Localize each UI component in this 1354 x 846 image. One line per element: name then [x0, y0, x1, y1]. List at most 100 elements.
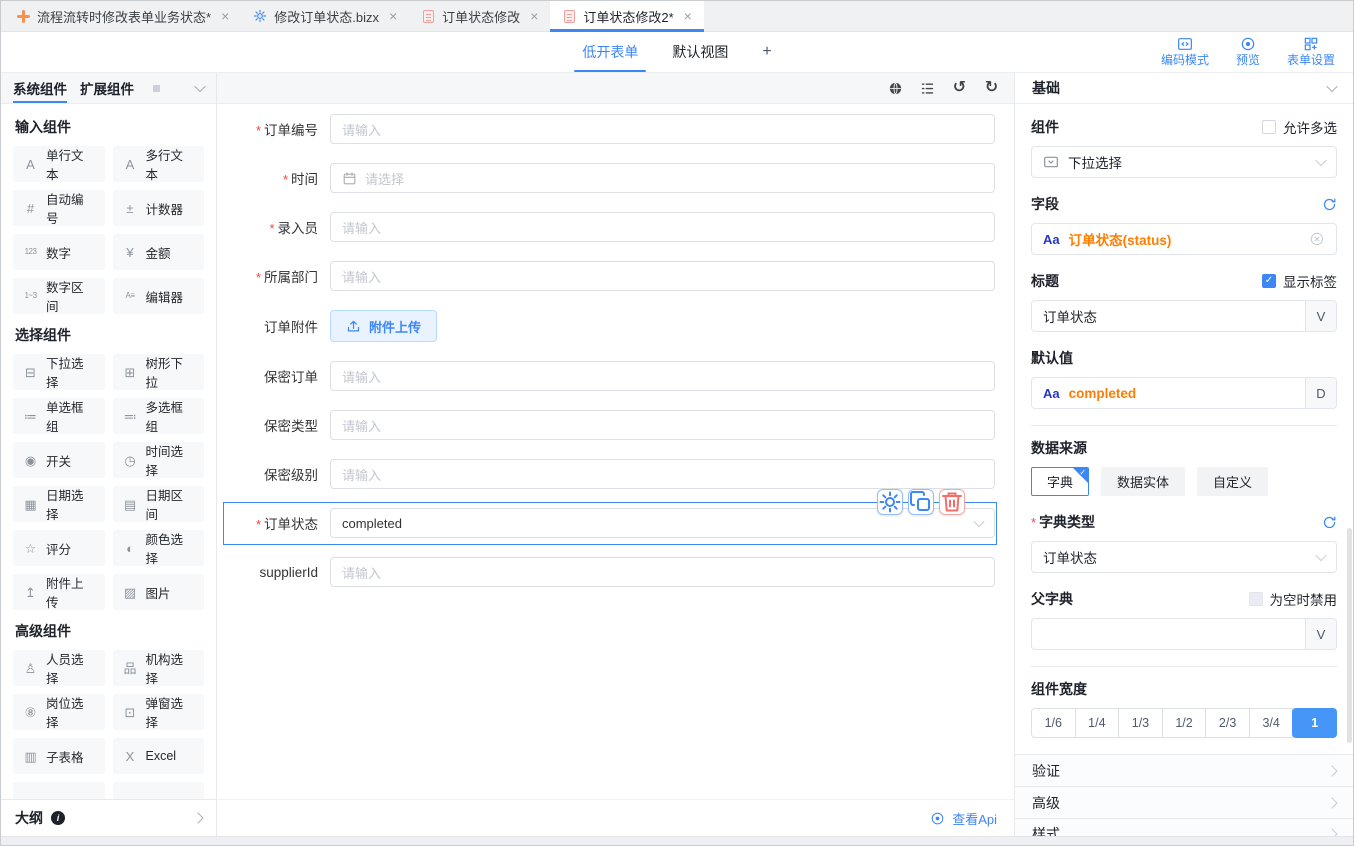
window-tab[interactable]: 修改订单状态.bizx×: [241, 1, 409, 31]
parent-dict-input[interactable]: [1032, 619, 1305, 649]
datasource-option[interactable]: 字典: [1031, 467, 1089, 496]
component-type-select[interactable]: 下拉选择: [1031, 146, 1337, 178]
text-input[interactable]: 请输入: [330, 557, 995, 587]
palette-item[interactable]: ◷时间选择: [113, 442, 205, 478]
form-field-row[interactable]: *录入员请输入: [224, 212, 995, 242]
show-label-checkbox[interactable]: 显示标签: [1262, 271, 1337, 291]
form-field-row[interactable]: 订单附件附件上传: [224, 310, 995, 342]
palette-item[interactable]: 123数字: [13, 234, 105, 270]
disable-when-empty-checkbox[interactable]: 为空时禁用: [1249, 589, 1338, 609]
form-field-row[interactable]: *订单状态completed: [224, 508, 995, 538]
width-option[interactable]: 1: [1292, 708, 1337, 738]
default-value-input[interactable]: Aa completed: [1032, 378, 1305, 408]
width-option[interactable]: 1/6: [1031, 708, 1076, 738]
palette-item[interactable]: ⊡弹窗选择: [113, 694, 205, 730]
undo-icon[interactable]: ↺: [951, 80, 968, 97]
dict-type-select[interactable]: 订单状态: [1031, 541, 1337, 573]
palette-item[interactable]: ¥金额: [113, 234, 205, 270]
palette-item[interactable]: ◉开关: [13, 442, 105, 478]
text-input[interactable]: 请输入: [330, 212, 995, 242]
panel-section-collapsed[interactable]: 验证: [1015, 754, 1353, 786]
form-field-row[interactable]: *所属部门请输入: [224, 261, 995, 291]
palette-item[interactable]: A单行文本: [13, 146, 105, 182]
palette-item[interactable]: ±计数器: [113, 190, 205, 226]
default-value-mode-button[interactable]: D: [1305, 378, 1336, 408]
circle-x-icon[interactable]: [1309, 231, 1325, 247]
width-option[interactable]: 1/2: [1162, 708, 1207, 738]
text-input[interactable]: 请输入: [330, 361, 995, 391]
text-input[interactable]: 请输入: [330, 114, 995, 144]
form-field-row[interactable]: 保密类型请输入: [224, 410, 995, 440]
header-action[interactable]: 编码模式: [1161, 36, 1209, 67]
datasource-option[interactable]: 自定义: [1197, 467, 1268, 496]
window-tab[interactable]: 流程流转时修改表单业务状态*×: [4, 1, 241, 31]
palette-item[interactable]: ≔单选框组: [13, 398, 105, 434]
palette-item[interactable]: ≕多选框组: [113, 398, 205, 434]
close-icon[interactable]: ×: [389, 9, 397, 23]
palette-item[interactable]: A≡编辑器: [113, 278, 205, 314]
width-option[interactable]: 2/3: [1205, 708, 1250, 738]
outline-footer[interactable]: 大纲 i: [1, 799, 216, 836]
palette-item[interactable]: A多行文本: [113, 146, 205, 182]
text-input[interactable]: 请输入: [330, 410, 995, 440]
refresh-icon[interactable]: [1322, 515, 1337, 530]
text-input[interactable]: 请输入: [330, 261, 995, 291]
palette-item[interactable]: ♙人员选择: [13, 650, 105, 686]
close-icon[interactable]: ×: [221, 9, 229, 23]
redo-icon[interactable]: ↻: [983, 80, 1000, 97]
width-option[interactable]: 1/3: [1118, 708, 1163, 738]
palette-item[interactable]: ⑧岗位选择: [13, 694, 105, 730]
palette-item[interactable]: ▦日期选择: [13, 486, 105, 522]
view-api-link[interactable]: 查看Api: [217, 799, 1014, 836]
panel-section-collapsed[interactable]: 样式: [1015, 818, 1353, 836]
palette-item[interactable]: XExcel: [113, 738, 205, 774]
close-icon[interactable]: ×: [684, 9, 692, 23]
palette-item[interactable]: ↥附件上传: [13, 574, 105, 610]
form-field-row[interactable]: *订单编号请输入: [224, 114, 995, 144]
add-view-tab[interactable]: +: [760, 32, 773, 72]
date-input[interactable]: 请选择: [330, 163, 995, 193]
palette-item[interactable]: 品机构选择: [113, 650, 205, 686]
chevron-down-icon[interactable]: [194, 81, 205, 92]
palette-item[interactable]: ◐颜色选择: [113, 530, 205, 566]
palette-item[interactable]: ⊟下拉选择: [13, 354, 105, 390]
close-icon[interactable]: ×: [530, 9, 538, 23]
view-tab[interactable]: 低开表单: [580, 32, 640, 72]
form-field-row[interactable]: *时间请选择: [224, 163, 995, 193]
outline-icon[interactable]: [919, 80, 936, 97]
header-action[interactable]: 预览: [1236, 36, 1260, 67]
palette-item[interactable]: 1~3数字区间: [13, 278, 105, 314]
allow-multi-checkbox[interactable]: 允许多选: [1262, 117, 1337, 137]
width-option[interactable]: 3/4: [1249, 708, 1294, 738]
header-action[interactable]: 表单设置: [1287, 36, 1335, 67]
datasource-option[interactable]: 数据实体: [1101, 467, 1185, 496]
title-input[interactable]: 订单状态: [1032, 301, 1305, 331]
window-tab[interactable]: 订单状态修改×: [409, 1, 550, 31]
view-tab[interactable]: 默认视图: [670, 32, 730, 72]
palette-item-clipped[interactable]: [113, 782, 205, 799]
text-input[interactable]: 请输入: [330, 459, 995, 489]
field-settings-button[interactable]: [877, 489, 903, 515]
field-binding-box[interactable]: Aa 订单状态(status): [1031, 223, 1337, 255]
scrollbar[interactable]: [1347, 528, 1352, 743]
attachment-upload-button[interactable]: 附件上传: [330, 310, 437, 342]
form-field-row[interactable]: 保密级别请输入: [224, 459, 995, 489]
panel-section-basic[interactable]: 基础: [1015, 73, 1353, 104]
width-option[interactable]: 1/4: [1075, 708, 1120, 738]
palette-item[interactable]: ▤日期区间: [113, 486, 205, 522]
palette-item-clipped[interactable]: [13, 782, 105, 799]
parent-dict-variable-button[interactable]: V: [1305, 619, 1336, 649]
palette-item[interactable]: #自动编号: [13, 190, 105, 226]
form-field-row[interactable]: 保密订单请输入: [224, 361, 995, 391]
panel-section-collapsed[interactable]: 高级: [1015, 786, 1353, 818]
title-variable-button[interactable]: V: [1305, 301, 1336, 331]
palette-item[interactable]: ⊞树形下拉: [113, 354, 205, 390]
copy-field-button[interactable]: [908, 489, 934, 515]
palette-tab-system[interactable]: 系统组件: [13, 73, 67, 103]
palette-item[interactable]: ▥子表格: [13, 738, 105, 774]
palette-tab-extended[interactable]: 扩展组件: [80, 73, 134, 103]
refresh-icon[interactable]: [1322, 197, 1337, 212]
delete-field-button[interactable]: [939, 489, 965, 515]
palette-item[interactable]: ▨图片: [113, 574, 205, 610]
window-tab[interactable]: 订单状态修改2*×: [550, 1, 703, 31]
